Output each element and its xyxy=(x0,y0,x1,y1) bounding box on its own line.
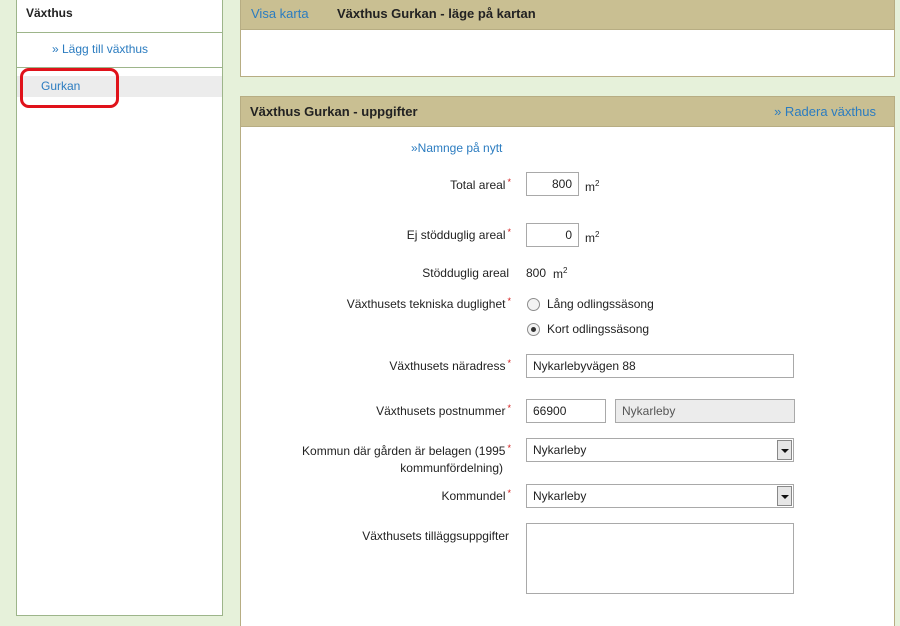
short-season-radio[interactable] xyxy=(527,323,540,336)
required-marker: * xyxy=(507,227,511,237)
required-marker: * xyxy=(507,296,511,306)
map-panel: Visa karta Växthus Gurkan - läge på kart… xyxy=(240,0,895,77)
municipal-part-label-text: Kommundel xyxy=(441,489,506,503)
ineligible-area-label-text: Ej stödduglig areal xyxy=(406,228,506,242)
details-panel: Växthus Gurkan - uppgifter » Radera växt… xyxy=(240,96,895,626)
municipal-part-label: Kommundel * xyxy=(211,488,511,503)
eligible-area-label: Stödduglig areal xyxy=(422,266,509,280)
short-season-label: Kort odlingssäsong xyxy=(547,322,650,336)
long-season-label: Lång odlingssäsong xyxy=(547,297,654,311)
municipality-label-line1: Kommun där gården är belagen (1995 xyxy=(302,444,506,458)
required-marker: * xyxy=(507,358,511,368)
technical-label: Växthusets tekniska duglighet * xyxy=(211,296,511,311)
postcode-label: Växthusets postnummer * xyxy=(211,403,511,418)
show-map-link[interactable]: Visa karta xyxy=(251,6,309,21)
map-panel-title: Växthus Gurkan - läge på kartan xyxy=(337,6,536,21)
required-marker: * xyxy=(507,443,511,453)
sidebar-title: Växthus xyxy=(17,0,222,33)
unit-sup: 2 xyxy=(595,179,600,188)
ineligible-area-input[interactable] xyxy=(526,223,579,247)
municipal-part-select-value: Nykarleby xyxy=(533,489,587,503)
chevron-down-icon[interactable] xyxy=(777,440,792,460)
postcode-input[interactable] xyxy=(526,399,606,423)
long-season-radio[interactable] xyxy=(527,298,540,311)
chevron-down-icon[interactable] xyxy=(777,486,792,506)
municipal-part-select[interactable]: Nykarleby xyxy=(526,484,794,508)
municipality-label-line2: kommunfördelning) xyxy=(400,461,503,475)
add-greenhouse-link[interactable]: » Lägg till växthus xyxy=(17,33,222,68)
total-area-unit: m2 xyxy=(585,179,599,194)
unit-text: m xyxy=(585,180,595,194)
highlight-annotation xyxy=(20,68,119,108)
eligible-area-value: 800 xyxy=(526,266,547,280)
postcode-city-field xyxy=(615,399,795,423)
unit-sup: 2 xyxy=(563,266,568,275)
additional-info-textarea[interactable] xyxy=(526,523,794,594)
total-area-input[interactable] xyxy=(526,172,579,196)
unit-sup: 2 xyxy=(595,230,600,239)
address-label: Växthusets näradress * xyxy=(211,358,511,373)
unit-text: m xyxy=(553,267,563,281)
required-marker: * xyxy=(507,488,511,498)
delete-greenhouse-link[interactable]: » Radera växthus xyxy=(774,104,876,119)
ineligible-area-label: Ej stödduglig areal * xyxy=(211,227,511,242)
eligible-area-unit: m2 xyxy=(553,266,567,281)
municipality-select[interactable]: Nykarleby xyxy=(526,438,794,462)
municipality-label: Kommun där gården är belagen (1995 * komm… xyxy=(211,443,511,476)
ineligible-area-unit: m2 xyxy=(585,230,599,245)
total-area-label-text: Total areal xyxy=(450,178,506,192)
postcode-label-text: Växthusets postnummer xyxy=(376,404,506,418)
map-panel-header: Visa karta Växthus Gurkan - läge på kart… xyxy=(241,0,894,30)
details-panel-title: Växthus Gurkan - uppgifter xyxy=(250,104,418,119)
required-marker: * xyxy=(507,177,511,187)
additional-info-label: Växthusets tilläggsuppgifter xyxy=(362,529,509,543)
details-panel-header: Växthus Gurkan - uppgifter » Radera växt… xyxy=(241,97,894,127)
total-area-label: Total areal * xyxy=(211,177,511,192)
technical-label-text: Växthusets tekniska duglighet xyxy=(346,297,506,311)
required-marker: * xyxy=(507,403,511,413)
municipality-select-value: Nykarleby xyxy=(533,443,587,457)
unit-text: m xyxy=(585,231,595,245)
address-label-text: Växthusets näradress xyxy=(389,359,506,373)
address-input[interactable] xyxy=(526,354,794,378)
rename-link[interactable]: »Namnge på nytt xyxy=(411,141,502,155)
